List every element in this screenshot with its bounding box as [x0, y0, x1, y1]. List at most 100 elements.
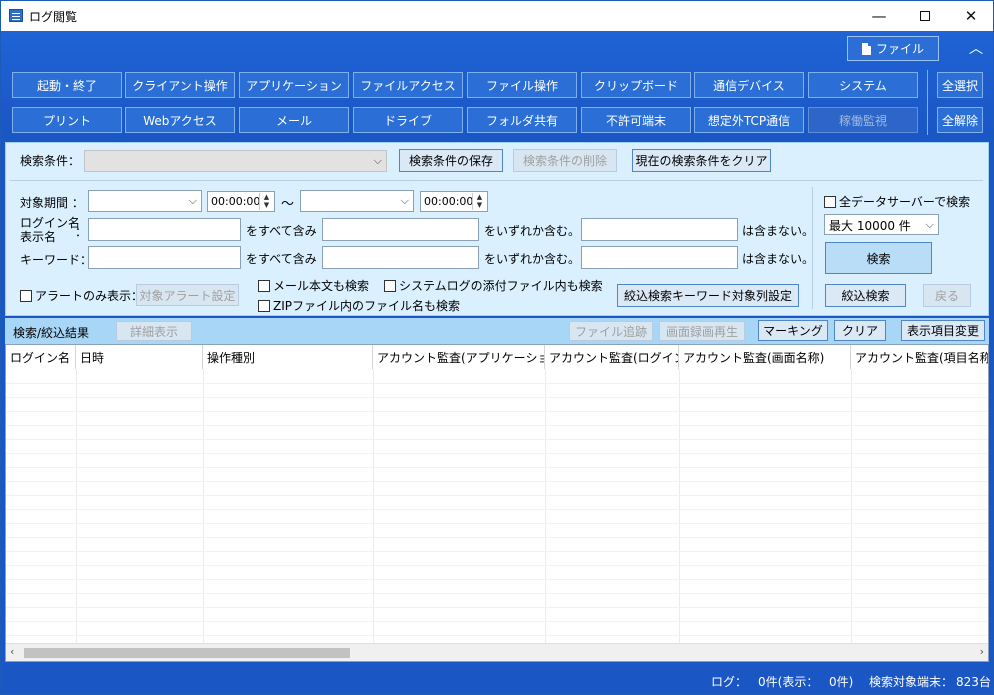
grid-row-line: [6, 439, 988, 440]
scrollbar-thumb[interactable]: [24, 648, 350, 658]
category-print[interactable]: プリント: [12, 107, 122, 133]
status-terminals-label: 検索対象端末：: [869, 675, 954, 689]
back-button[interactable]: 戻る: [923, 284, 971, 307]
alert-only-checkbox[interactable]: アラートのみ表示：: [20, 287, 143, 304]
scroll-left-icon[interactable]: ‹: [10, 645, 14, 658]
toolbar-divider: [927, 70, 928, 135]
app-log-icon: [9, 9, 23, 22]
keyword-include-all-input[interactable]: [88, 246, 241, 269]
login-include-all-input[interactable]: [88, 218, 241, 241]
alert-setting-button[interactable]: 対象アラート設定: [136, 284, 239, 306]
maximize-button[interactable]: [902, 0, 948, 31]
keyword-include-any-input[interactable]: [322, 246, 479, 269]
category-clipboard[interactable]: クリップボード: [581, 72, 691, 98]
results-grid[interactable]: ログイン名 日時 操作種別 アカウント監査(アプリケーショ... アカウント監査…: [5, 344, 989, 662]
login-exclude-input[interactable]: [581, 218, 738, 241]
syslog-attach-checkbox[interactable]: システムログの添付ファイル内も検索: [384, 277, 603, 294]
category-drive[interactable]: ドライブ: [353, 107, 463, 133]
search-condition-label: 検索条件：: [20, 154, 81, 168]
column-header-datetime[interactable]: 日時: [76, 345, 203, 369]
category-unauthorized-terminal[interactable]: 不許可端末: [581, 107, 691, 133]
login-contains-all-label: をすべて含み: [246, 224, 317, 238]
horizontal-scrollbar[interactable]: ‹ ›: [6, 643, 988, 661]
zip-names-checkbox[interactable]: ZIPファイル内のファイル名も検索: [258, 297, 460, 314]
category-application[interactable]: アプリケーション: [239, 72, 349, 98]
category-file-access[interactable]: ファイルアクセス: [353, 72, 463, 98]
search-button[interactable]: 検索: [825, 242, 932, 274]
period-end-time[interactable]: 00:00:00 ▲ ▼: [420, 191, 488, 212]
category-comm-device[interactable]: 通信デバイス: [694, 72, 804, 98]
period-label: 対象期間 ：: [20, 196, 84, 210]
file-trace-button[interactable]: ファイル追跡: [569, 321, 653, 341]
category-folder-share[interactable]: フォルダ共有: [467, 107, 577, 133]
file-icon: [861, 42, 871, 55]
category-file-operation[interactable]: ファイル操作: [467, 72, 577, 98]
marking-button[interactable]: マーキング: [758, 320, 828, 341]
status-terminals-count: 823台: [956, 675, 991, 689]
period-start-date[interactable]: ⌵: [88, 190, 202, 212]
close-button[interactable]: ✕: [948, 0, 994, 31]
chevron-up-icon[interactable]: ︿: [966, 38, 986, 58]
grid-row-line: [6, 621, 988, 622]
checkbox-box: [258, 279, 270, 292]
category-startup-shutdown[interactable]: 起動・終了: [12, 72, 122, 98]
login-include-any-input[interactable]: [322, 218, 479, 241]
category-client-operation[interactable]: クライアント操作: [125, 72, 235, 98]
column-header-audit-login[interactable]: アカウント監査(ログイン...: [545, 345, 679, 369]
search-condition-dropdown[interactable]: ⌵: [84, 150, 387, 172]
max-count-dropdown[interactable]: 最大 10000 件 ⌵: [824, 214, 939, 235]
category-web-access[interactable]: Webアクセス: [125, 107, 235, 133]
column-header-login[interactable]: ログイン名: [6, 345, 76, 369]
spin-down-icon: ▼: [263, 201, 270, 209]
save-condition-button[interactable]: 検索条件の保存: [399, 149, 503, 172]
search-panel: 検索条件： ⌵ 検索条件の保存 検索条件の削除 現在の検索条件をクリア 対象期間…: [5, 142, 989, 316]
zip-names-label: ZIPファイル内のファイル名も検索: [273, 299, 460, 313]
grid-row-line: [6, 425, 988, 426]
grid-row-line: [6, 551, 988, 552]
spin-up-icon: ▲: [476, 193, 483, 201]
mail-body-checkbox[interactable]: メール本文も検索: [258, 277, 369, 294]
select-all-button[interactable]: 全選択: [937, 72, 983, 98]
syslog-attach-label: システムログの添付ファイル内も検索: [399, 279, 603, 293]
refine-column-setting-button[interactable]: 絞込検索キーワード対象列設定: [617, 284, 799, 307]
detail-view-button[interactable]: 詳細表示: [116, 321, 192, 341]
file-menu-button[interactable]: ファイル: [847, 36, 939, 61]
spin-down-icon: ▼: [476, 201, 483, 209]
clear-condition-button[interactable]: 現在の検索条件をクリア: [632, 149, 771, 172]
column-header-audit-screen[interactable]: アカウント監査(画面名称): [679, 345, 851, 369]
category-system[interactable]: システム: [808, 72, 918, 98]
minimize-icon: —: [871, 6, 887, 25]
category-unexpected-tcp[interactable]: 想定外TCP通信: [694, 107, 804, 133]
column-header-audit-item[interactable]: アカウント監査(項目名称: [851, 345, 988, 369]
column-header-audit-app[interactable]: アカウント監査(アプリケーショ...: [373, 345, 545, 369]
category-mail[interactable]: メール: [239, 107, 349, 133]
grid-row-line: [6, 383, 988, 384]
close-icon: ✕: [964, 6, 978, 25]
mail-body-label: メール本文も検索: [273, 279, 370, 293]
minimize-button[interactable]: —: [856, 0, 902, 31]
time-spinner[interactable]: ▲ ▼: [259, 193, 273, 210]
deselect-all-button[interactable]: 全解除: [937, 107, 983, 133]
grid-row-line: [6, 635, 988, 636]
delete-condition-button[interactable]: 検索条件の削除: [513, 149, 617, 172]
results-title: 検索/絞込結果: [13, 326, 90, 340]
clear-marking-button[interactable]: クリア: [834, 320, 886, 341]
refine-search-button[interactable]: 絞込検索: [825, 284, 906, 307]
screen-playback-button[interactable]: 画面録画再生: [659, 321, 745, 341]
period-tilde: ～: [281, 197, 295, 212]
keyword-exclude-input[interactable]: [581, 246, 738, 269]
login-colon: ：: [75, 225, 88, 239]
chevron-down-icon: ⌵: [188, 194, 197, 207]
period-end-date[interactable]: ⌵: [300, 190, 414, 212]
all-servers-checkbox[interactable]: 全データサーバーで検索: [824, 193, 970, 210]
scroll-right-icon[interactable]: ›: [980, 645, 984, 658]
category-operation-monitoring[interactable]: 稼働監視: [808, 107, 918, 133]
time-spinner[interactable]: ▲ ▼: [472, 193, 486, 210]
period-start-time[interactable]: 00:00:00 ▲ ▼: [207, 191, 275, 212]
checkbox-box: [824, 195, 836, 208]
grid-row-line: [6, 397, 988, 398]
login-label-line1: ログイン名: [20, 216, 81, 230]
change-columns-button[interactable]: 表示項目変更: [901, 320, 985, 341]
status-bar: ログ： 0件(表示： 0件) 検索対象端末： 823台: [1, 664, 993, 694]
column-header-operation-type[interactable]: 操作種別: [203, 345, 373, 369]
